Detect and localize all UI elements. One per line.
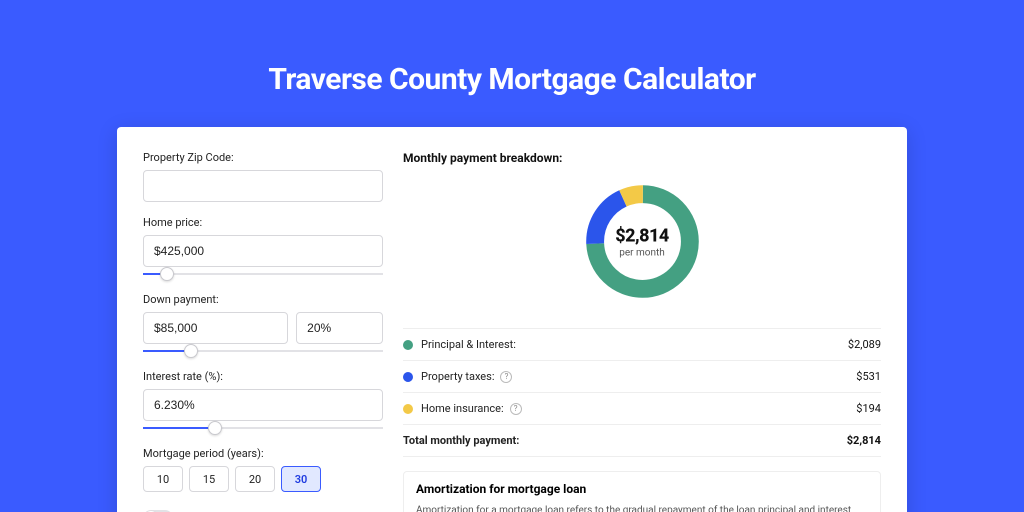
period-button-20[interactable]: 20 — [235, 466, 275, 492]
breakdown-title: Monthly payment breakdown: — [403, 151, 881, 165]
down-payment-pct-input[interactable] — [296, 312, 383, 344]
help-icon[interactable]: ? — [500, 371, 512, 383]
row-value: $531 — [856, 370, 881, 383]
donut-chart: $2,814 per month — [580, 179, 705, 304]
page-root: Traverse County Mortgage Calculator Prop… — [0, 0, 1024, 512]
page-title: Traverse County Mortgage Calculator — [0, 0, 1024, 127]
donut-sub: per month — [615, 247, 669, 258]
down-payment-input[interactable] — [143, 312, 288, 344]
zip-group: Property Zip Code: — [143, 151, 383, 202]
down-payment-slider[interactable] — [143, 346, 383, 356]
period-button-15[interactable]: 15 — [189, 466, 229, 492]
slider-thumb[interactable] — [184, 344, 198, 358]
breakdown-column: Monthly payment breakdown: $2,814 per mo… — [403, 151, 881, 512]
breakdown-list: Principal & Interest: $2,089 Property ta… — [403, 328, 881, 457]
row-label: Home insurance: — [421, 402, 504, 415]
interest-group: Interest rate (%): — [143, 370, 383, 433]
donut-area: $2,814 per month — [403, 175, 881, 316]
amortization-text: Amortization for a mortgage loan refers … — [416, 504, 868, 512]
amortization-title: Amortization for mortgage loan — [416, 482, 868, 496]
period-button-10[interactable]: 10 — [143, 466, 183, 492]
help-icon[interactable]: ? — [510, 403, 522, 415]
interest-input[interactable] — [143, 389, 383, 421]
total-label: Total monthly payment: — [403, 434, 519, 447]
home-price-input[interactable] — [143, 235, 383, 267]
swatch-taxes — [403, 372, 413, 382]
row-value: $194 — [856, 402, 881, 415]
calculator-card: Property Zip Code: Home price: Down paym… — [117, 127, 907, 512]
donut-center: $2,814 per month — [615, 225, 669, 258]
period-options: 10 15 20 30 — [143, 466, 383, 492]
breakdown-row-principal: Principal & Interest: $2,089 — [403, 329, 881, 361]
breakdown-row-insurance: Home insurance: ? $194 — [403, 393, 881, 425]
swatch-insurance — [403, 404, 413, 414]
home-price-label: Home price: — [143, 216, 383, 229]
slider-fill — [143, 427, 215, 429]
breakdown-row-taxes: Property taxes: ? $531 — [403, 361, 881, 393]
row-value: $2,089 — [848, 338, 881, 351]
zip-label: Property Zip Code: — [143, 151, 383, 164]
home-price-slider[interactable] — [143, 269, 383, 279]
down-payment-label: Down payment: — [143, 293, 383, 306]
slider-track — [143, 273, 383, 275]
home-price-group: Home price: — [143, 216, 383, 279]
interest-label: Interest rate (%): — [143, 370, 383, 383]
swatch-principal — [403, 340, 413, 350]
slider-thumb[interactable] — [208, 421, 222, 435]
donut-amount: $2,814 — [615, 225, 669, 246]
down-payment-group: Down payment: — [143, 293, 383, 356]
amortization-box: Amortization for mortgage loan Amortizat… — [403, 471, 881, 512]
row-label: Property taxes: — [421, 370, 494, 383]
period-label: Mortgage period (years): — [143, 447, 383, 460]
zip-input[interactable] — [143, 170, 383, 202]
total-value: $2,814 — [847, 434, 881, 447]
breakdown-row-total: Total monthly payment: $2,814 — [403, 425, 881, 457]
slider-thumb[interactable] — [160, 267, 174, 281]
form-column: Property Zip Code: Home price: Down paym… — [143, 151, 383, 512]
row-label: Principal & Interest: — [421, 338, 516, 351]
period-group: Mortgage period (years): 10 15 20 30 — [143, 447, 383, 492]
period-button-30[interactable]: 30 — [281, 466, 321, 492]
interest-slider[interactable] — [143, 423, 383, 433]
